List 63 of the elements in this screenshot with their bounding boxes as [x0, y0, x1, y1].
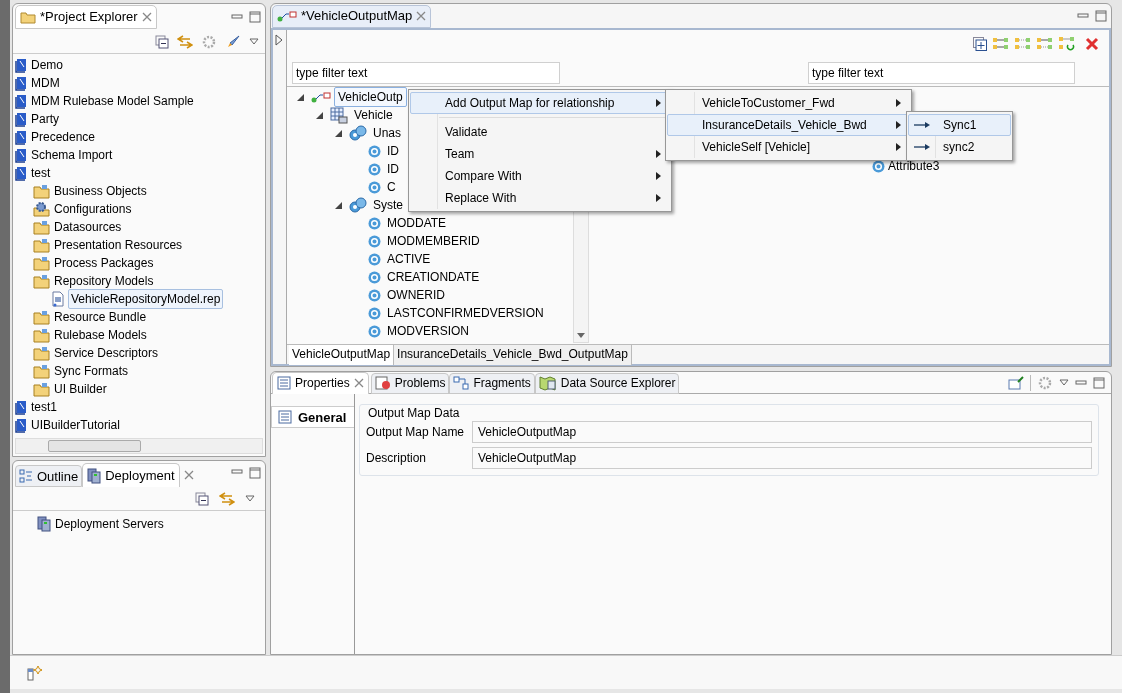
side-tab[interactable]: General	[271, 406, 354, 429]
tab-label: *VehicleOutputMap	[301, 7, 413, 26]
tree-item[interactable]: MODDATE	[387, 214, 447, 232]
tree-item[interactable]: Unas	[373, 124, 401, 142]
field-label: Description	[366, 450, 428, 468]
tree-item[interactable]: VehicleRepositoryModel.rep	[68, 289, 224, 309]
tree-item[interactable]: Syste	[373, 196, 403, 214]
tree-item[interactable]: ID	[387, 160, 399, 178]
tree-item[interactable]: Deployment Servers	[55, 515, 164, 534]
menu-item[interactable]: Replace With	[410, 187, 670, 209]
tab-label: *Project Explorer	[40, 8, 138, 27]
field-label: Output Map Name	[366, 424, 466, 442]
tree-item[interactable]: OWNERID	[387, 286, 445, 304]
menu-item[interactable]: VehicleToCustomer_Fwd	[667, 92, 910, 114]
panel-tab[interactable]: *Project Explorer	[15, 5, 157, 29]
tree-item[interactable]: test1	[31, 398, 57, 416]
tree-item[interactable]: Repository Models	[54, 272, 154, 290]
tree-item[interactable]: UIBuilderTutorial	[31, 416, 120, 434]
filter-field[interactable]: type filter text	[808, 62, 1075, 84]
panel-tab[interactable]: Properties	[272, 371, 369, 394]
tree-item[interactable]: Attribute3	[888, 157, 940, 175]
editor-tab[interactable]: *VehicleOutputMap	[272, 4, 432, 28]
panel-tab[interactable]: Fragments	[449, 372, 535, 394]
tree-item[interactable]: Schema Import	[31, 146, 113, 164]
tree-item[interactable]: Presentation Resources	[54, 236, 183, 254]
tree-item[interactable]: MODMEMBERID	[387, 232, 480, 250]
tree-item[interactable]: VehicleOutp	[334, 87, 407, 107]
text-field[interactable]: VehicleOutputMap	[472, 447, 1092, 470]
tree-item[interactable]: Vehicle	[354, 106, 393, 124]
tree-item[interactable]: LASTCONFIRMEDVERSION	[387, 304, 544, 322]
tree-item[interactable]: Demo	[31, 56, 63, 74]
tree-item[interactable]: CREATIONDATE	[387, 268, 480, 286]
tree-item[interactable]: Business Objects	[54, 182, 147, 200]
menu-item[interactable]: Sync1	[908, 114, 1011, 136]
menu-item[interactable]: Compare With	[410, 165, 670, 187]
text-field[interactable]: VehicleOutputMap	[472, 421, 1092, 444]
tree-item[interactable]: MDM	[31, 74, 60, 92]
panel-tab[interactable]: Deployment	[82, 463, 180, 488]
editor-page-tab[interactable]: InsuranceDetails_Vehicle_Bwd_OutputMap	[393, 345, 632, 366]
tree-item[interactable]: C	[387, 178, 396, 196]
tree-item[interactable]: Process Packages	[54, 254, 154, 272]
tree-item[interactable]: ACTIVE	[387, 250, 431, 268]
tree-item[interactable]: Resource Bundle	[54, 308, 147, 326]
editor-page-tab[interactable]: VehicleOutputMap	[289, 345, 394, 366]
tree-item[interactable]: test	[31, 164, 51, 182]
filter-field[interactable]: type filter text	[292, 62, 560, 84]
tree-item[interactable]: Party	[31, 110, 59, 128]
tree-item[interactable]: Datasources	[54, 218, 122, 236]
menu-item[interactable]: VehicleSelf [Vehicle]	[667, 136, 910, 158]
panel-tab[interactable]: Data Source Explorer	[534, 372, 680, 394]
tree-item[interactable]: Precedence	[31, 128, 96, 146]
tree-item[interactable]: Service Descriptors	[54, 344, 159, 362]
tree-item[interactable]: Sync Formats	[54, 362, 128, 380]
tree-item[interactable]: Configurations	[54, 200, 132, 218]
tree-item[interactable]: MDM Rulebase Model Sample	[31, 92, 194, 110]
tree-item[interactable]: Rulebase Models	[54, 326, 147, 344]
panel-tab[interactable]: Outline	[15, 465, 83, 488]
panel-tab[interactable]: Problems	[370, 372, 450, 394]
menu-item[interactable]: sync2	[908, 136, 1011, 158]
tree-item[interactable]: MODVERSION	[387, 322, 469, 340]
tree-item[interactable]: ID	[387, 142, 399, 160]
tree-item[interactable]: UI Builder	[54, 380, 107, 398]
section-title: Output Map Data	[367, 405, 461, 422]
